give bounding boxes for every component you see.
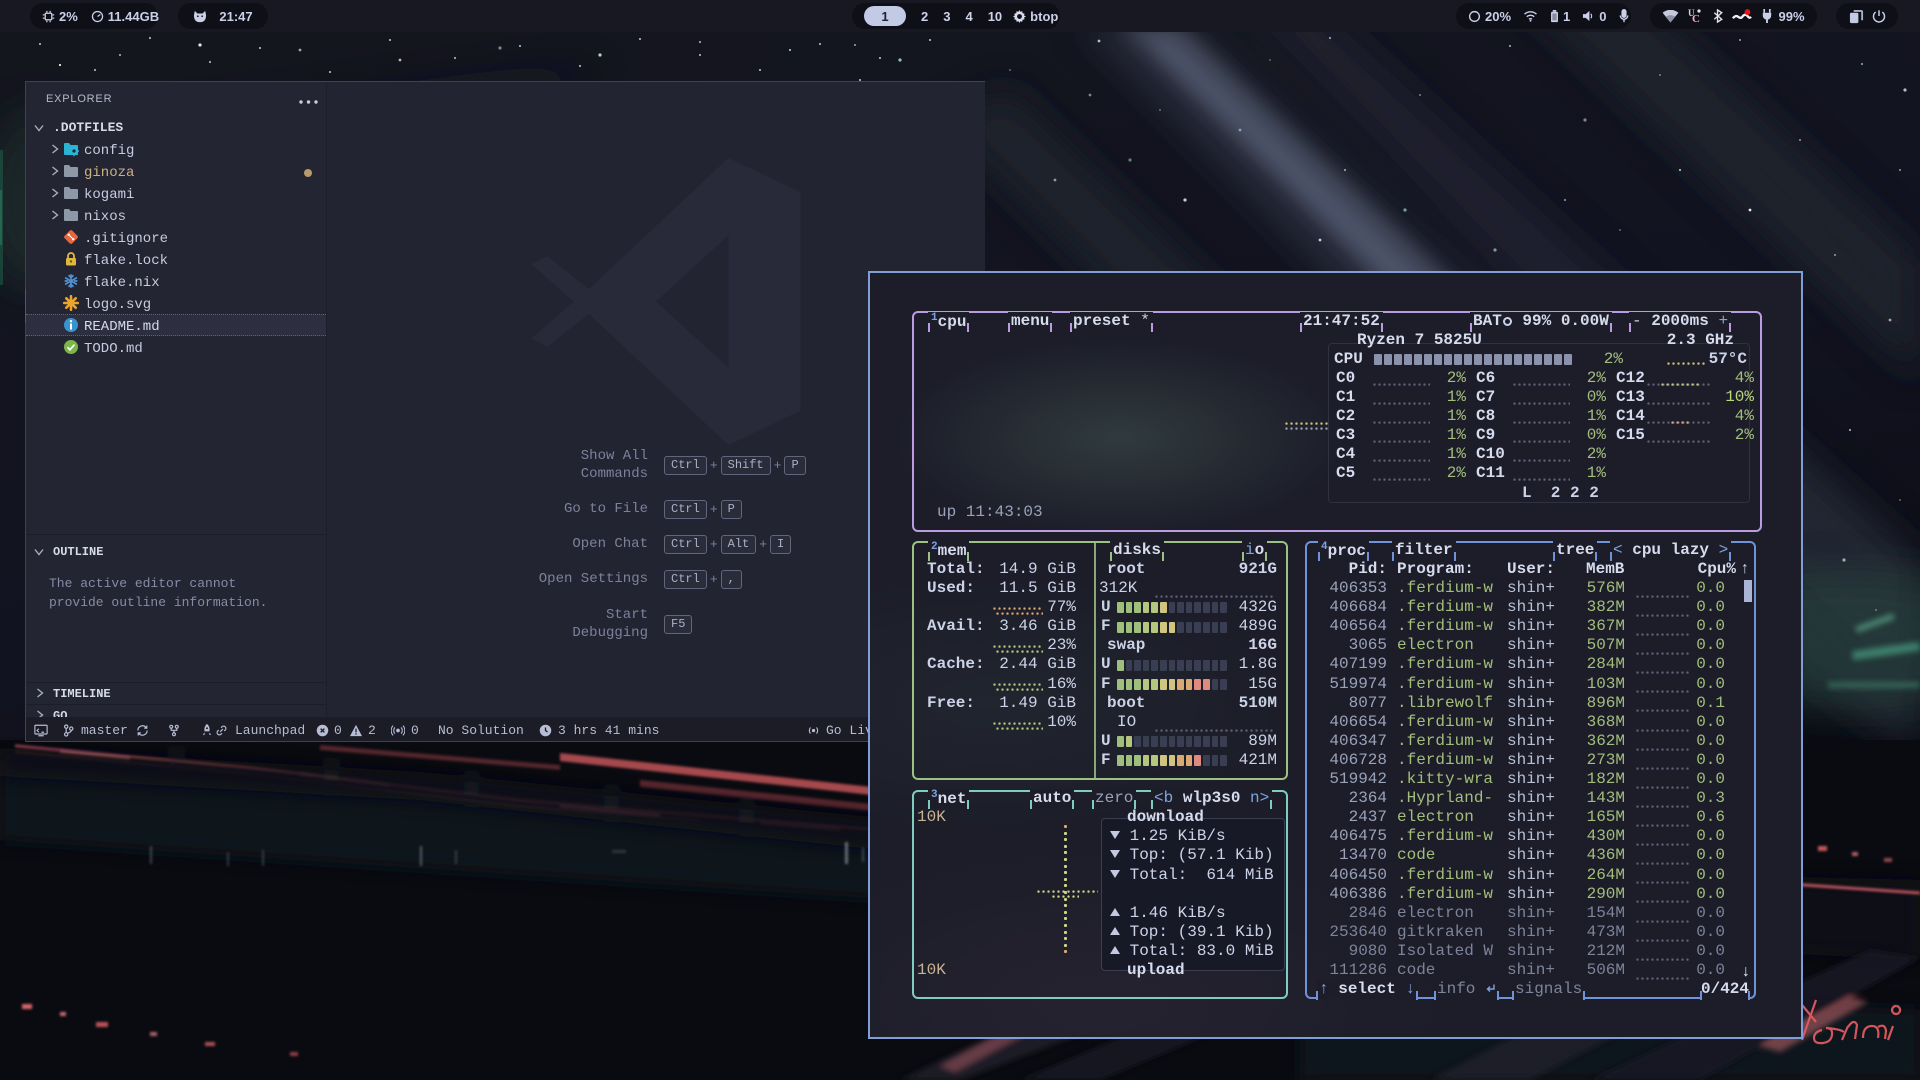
svg-text:C: C <box>1692 13 1700 24</box>
